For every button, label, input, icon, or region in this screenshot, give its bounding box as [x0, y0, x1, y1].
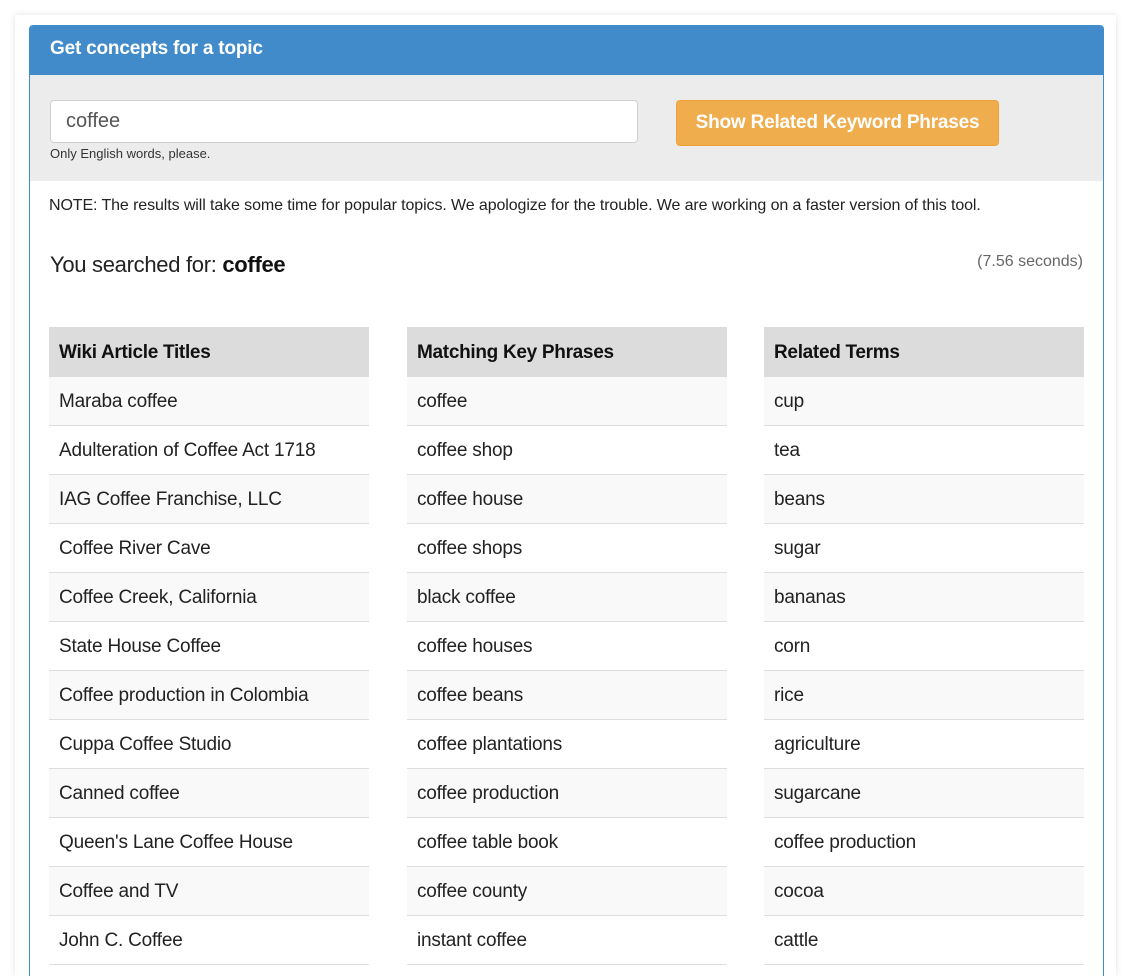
- list-item: Coffee production in Colombia: [49, 671, 369, 720]
- list-item: Canned coffee: [49, 769, 369, 818]
- list-item: corn: [764, 622, 1084, 671]
- list-item: Queen's Lane Coffee House: [49, 818, 369, 867]
- note-text: NOTE: The results will take some time fo…: [49, 197, 981, 214]
- search-input[interactable]: [50, 100, 638, 143]
- list-item: coffee: [407, 377, 727, 426]
- column-cells: Maraba coffee Adulteration of Coffee Act …: [49, 377, 369, 965]
- searched-for-heading: You searched for: coffee: [50, 252, 286, 278]
- list-item: Maraba coffee: [49, 377, 369, 426]
- show-related-keyword-phrases-button[interactable]: Show Related Keyword Phrases: [676, 100, 999, 146]
- list-item: black coffee: [407, 573, 727, 622]
- list-item: coffee shops: [407, 524, 727, 573]
- list-item: cup: [764, 377, 1084, 426]
- list-item: Cuppa Coffee Studio: [49, 720, 369, 769]
- list-item: IAG Coffee Franchise, LLC: [49, 475, 369, 524]
- list-item: agriculture: [764, 720, 1084, 769]
- list-item: beans: [764, 475, 1084, 524]
- list-item: coffee table book: [407, 818, 727, 867]
- list-item: instant coffee: [407, 916, 727, 965]
- column-header: Related Terms: [764, 327, 1084, 377]
- list-item: coffee beans: [407, 671, 727, 720]
- list-item: cocoa: [764, 867, 1084, 916]
- list-item: coffee houses: [407, 622, 727, 671]
- wiki-article-titles-column: Wiki Article Titles Maraba coffee Adulter…: [49, 327, 369, 965]
- list-item: coffee house: [407, 475, 727, 524]
- list-item: sugarcane: [764, 769, 1084, 818]
- related-terms-column: Related Terms cup tea beans sugar bananas cor…: [764, 327, 1084, 965]
- list-item: coffee production: [407, 769, 727, 818]
- list-item: bananas: [764, 573, 1084, 622]
- search-area: Only English words, please. Show Related…: [30, 75, 1103, 181]
- list-item: State House Coffee: [49, 622, 369, 671]
- column-cells: cup tea beans sugar bananas corn rice agricultu…: [764, 377, 1084, 965]
- list-item: John C. Coffee: [49, 916, 369, 965]
- list-item: Coffee and TV: [49, 867, 369, 916]
- list-item: coffee production: [764, 818, 1084, 867]
- column-header: Wiki Article Titles: [49, 327, 369, 377]
- list-item: cattle: [764, 916, 1084, 965]
- searched-for-prefix: You searched for:: [50, 252, 223, 277]
- search-timing: (7.56 seconds): [977, 253, 1083, 270]
- list-item: tea: [764, 426, 1084, 475]
- column-header: Matching Key Phrases: [407, 327, 727, 377]
- list-item: Coffee River Cave: [49, 524, 369, 573]
- column-cells: coffee coffee shop coffee house coffee shop…: [407, 377, 727, 965]
- list-item: rice: [764, 671, 1084, 720]
- list-item: coffee county: [407, 867, 727, 916]
- search-hint: Only English words, please.: [50, 146, 211, 161]
- panel-title: Get concepts for a topic: [30, 26, 1103, 75]
- list-item: coffee plantations: [407, 720, 727, 769]
- list-item: Adulteration of Coffee Act 1718: [49, 426, 369, 475]
- matching-key-phrases-column: Matching Key Phrases coffee coffee shop co…: [407, 327, 727, 965]
- list-item: coffee shop: [407, 426, 727, 475]
- list-item: Coffee Creek, California: [49, 573, 369, 622]
- list-item: sugar: [764, 524, 1084, 573]
- searched-term: coffee: [222, 252, 286, 277]
